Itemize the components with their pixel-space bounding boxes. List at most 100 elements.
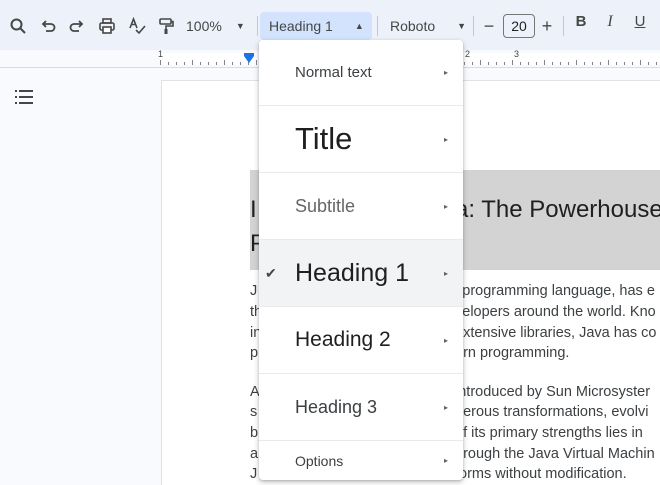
ruler-label: 2: [465, 49, 471, 59]
chevron-right-icon: ▸: [443, 201, 448, 211]
font-family-value: Roboto: [390, 18, 436, 34]
menu-item-label: Heading 2: [295, 328, 391, 351]
ruler-label: 3: [514, 49, 520, 59]
checkmark-icon: ✔: [265, 264, 277, 281]
left-indent-handle[interactable]: [244, 56, 254, 63]
paragraph-style-menu: Normal text ▸ Title ▸ Subtitle ▸ ✔ Headi…: [259, 40, 463, 480]
chevron-down-icon: ▼: [457, 21, 467, 31]
ruler-tick: [176, 62, 177, 65]
chevron-right-icon: ▸: [443, 335, 448, 345]
paragraph-text: extensive libraries, Java has co: [455, 325, 657, 341]
chevron-right-icon: ▸: [443, 134, 448, 144]
ruler-tick: [656, 62, 657, 65]
paragraph-text: nerous transformations, evolvi: [455, 404, 649, 420]
decrease-font-size-button[interactable]: −: [479, 13, 499, 39]
ruler-tick: [584, 62, 585, 65]
paragraph-text: b: [250, 425, 259, 441]
ruler-tick: [256, 60, 257, 65]
zoom-value: 100%: [186, 18, 222, 34]
ruler-tick: [464, 62, 465, 65]
underline-button[interactable]: U: [630, 13, 650, 30]
chevron-down-icon: ▼: [235, 21, 245, 31]
ruler-tick: [616, 62, 617, 65]
menu-item-subtitle[interactable]: Subtitle ▸: [259, 173, 463, 240]
paragraph-text: J: [250, 283, 258, 299]
menu-item-label: Options: [295, 452, 344, 469]
divider: [257, 16, 258, 36]
ruler-tick: [224, 60, 225, 65]
ruler-tick: [560, 62, 561, 65]
heading-text: a: The Powerhouse: [455, 196, 660, 223]
divider: [473, 16, 474, 36]
ruler-tick: [240, 62, 241, 65]
document-outline-icon[interactable]: [15, 89, 35, 105]
ruler-tick: [472, 62, 473, 65]
ruler-tick: [504, 62, 505, 65]
font-family-select[interactable]: Roboto ▼: [383, 13, 469, 39]
ruler-tick: [552, 62, 553, 65]
menu-item-label: Heading 1: [295, 258, 409, 287]
paragraph-style-select[interactable]: Heading 1 ▲: [260, 12, 372, 40]
ruler-tick: [216, 62, 217, 65]
ruler-tick: [192, 60, 193, 65]
ruler-tick: [608, 60, 609, 65]
menu-item-label: Normal text: [295, 64, 372, 81]
menu-item-label: Heading 3: [295, 396, 378, 417]
ruler-tick: [528, 62, 529, 65]
redo-icon[interactable]: [67, 13, 87, 39]
zoom-select[interactable]: 100% ▼: [186, 13, 252, 39]
ruler-tick: [640, 60, 641, 65]
ruler-tick: [232, 62, 233, 65]
search-icon[interactable]: [8, 13, 28, 39]
menu-item-title[interactable]: Title ▸: [259, 106, 463, 173]
paragraph-text: forms without modification.: [455, 466, 627, 482]
menu-item-heading-1[interactable]: ✔ Heading 1 ▸: [259, 240, 463, 307]
ruler-tick: [568, 62, 569, 65]
paragraph-text: hrough the Java Virtual Machin: [455, 446, 655, 462]
ruler-tick: [480, 60, 481, 65]
divider: [377, 16, 378, 36]
paragraph-text: J: [250, 466, 258, 482]
chevron-right-icon: ▸: [443, 268, 448, 278]
ruler-tick: [512, 60, 513, 65]
ruler-tick: [160, 60, 161, 65]
ruler-tick: [496, 62, 497, 65]
menu-item-normal-text[interactable]: Normal text ▸: [259, 40, 463, 106]
ruler-tick: [520, 62, 521, 65]
ruler-tick: [576, 60, 577, 65]
ruler-tick: [208, 62, 209, 65]
menu-item-options[interactable]: Options ▸: [259, 441, 463, 480]
ruler-tick: [592, 62, 593, 65]
increase-font-size-button[interactable]: +: [537, 13, 557, 39]
heading-text: I: [250, 196, 257, 223]
ruler-tick: [200, 62, 201, 65]
paint-format-icon[interactable]: [156, 13, 176, 39]
paragraph-text: of its primary strengths lies in: [455, 425, 643, 441]
menu-item-heading-3[interactable]: Heading 3 ▸: [259, 374, 463, 441]
divider: [563, 16, 564, 36]
ruler-tick: [168, 62, 169, 65]
ruler-label: 1: [158, 49, 164, 59]
chevron-right-icon: ▸: [443, 456, 448, 465]
italic-button[interactable]: I: [600, 13, 620, 31]
ruler-tick: [600, 62, 601, 65]
font-size-input[interactable]: 20: [503, 14, 535, 38]
paragraph-text: p: [250, 345, 259, 361]
ruler-tick: [624, 62, 625, 65]
ruler-tick: [536, 62, 537, 65]
undo-icon[interactable]: [38, 13, 58, 39]
paragraph-style-value: Heading 1: [269, 18, 333, 34]
ruler-tick: [648, 62, 649, 65]
bold-button[interactable]: B: [571, 13, 591, 30]
paragraph-text: velopers around the world. Kno: [455, 304, 656, 320]
paragraph-text: introduced by Sun Microsyster: [455, 384, 651, 400]
ruler-tick: [632, 62, 633, 65]
print-icon[interactable]: [96, 13, 118, 39]
paragraph-text: ern programming.: [455, 345, 570, 361]
ruler-tick: [184, 62, 185, 65]
ruler-tick: [488, 62, 489, 65]
menu-item-label: Title: [295, 121, 353, 156]
menu-item-heading-2[interactable]: Heading 2 ▸: [259, 307, 463, 374]
spellcheck-icon[interactable]: [127, 13, 147, 39]
paragraph-text: l programming language, has e: [455, 283, 655, 299]
